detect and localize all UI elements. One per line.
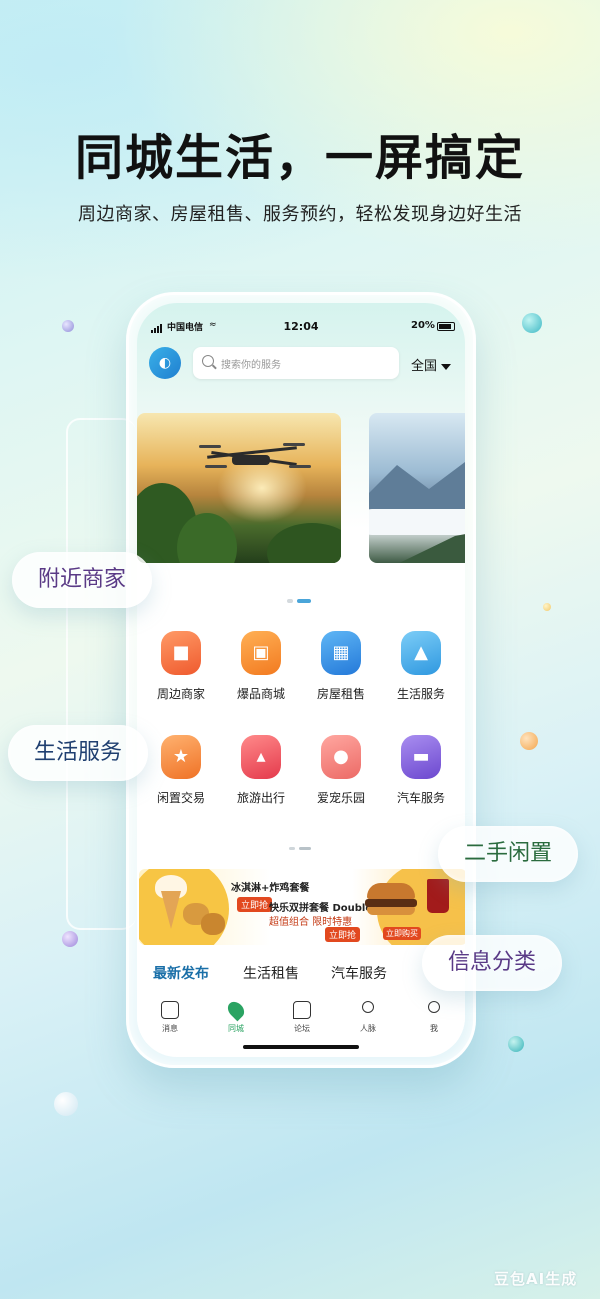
category-label: 闲置交易 — [156, 791, 205, 805]
city-selector[interactable]: 全国 — [411, 355, 452, 374]
watermark: 豆包AI生成 — [494, 1270, 578, 1288]
decor-dot — [522, 313, 542, 333]
home-indicator — [243, 1045, 359, 1049]
tab-rent-sale[interactable]: 生活租售 — [243, 963, 299, 983]
feed-tabs: 最新发布 生活租售 汽车服务 — [137, 963, 465, 987]
burger-patty — [365, 899, 417, 907]
shopping-bag-icon: ▣ — [241, 631, 281, 675]
building-icon: ▦ — [321, 631, 361, 675]
category-travel[interactable]: ▴ 旅游出行 — [221, 735, 301, 806]
ad-line-1: 冰淇淋+炸鸡套餐 — [231, 883, 310, 894]
burger-icon — [367, 883, 415, 899]
category-life-service[interactable]: ▲ 生活服务 — [381, 631, 461, 702]
banner-tree — [267, 523, 341, 563]
pager-dot-active — [299, 847, 311, 850]
category-label: 旅游出行 — [236, 791, 285, 805]
nav-label: 我 — [430, 1024, 438, 1033]
burger-bun — [367, 907, 415, 915]
banner-pager — [287, 599, 311, 603]
tab-latest[interactable]: 最新发布 — [153, 963, 209, 983]
nav-label: 同城 — [228, 1024, 244, 1033]
nav-messages[interactable]: 消息 — [145, 1001, 195, 1034]
drone-icon — [232, 455, 270, 465]
category-label: 生活服务 — [396, 687, 445, 701]
banner-cloud — [369, 509, 465, 535]
profile-icon — [428, 1001, 440, 1013]
category-label: 汽车服务 — [396, 791, 445, 805]
battery-icon — [437, 322, 455, 331]
category-housing[interactable]: ▦ 房屋租售 — [301, 631, 381, 702]
location-pin-icon — [224, 998, 248, 1022]
nav-forum[interactable]: 论坛 — [277, 1001, 327, 1034]
chip-life-service: 生活服务 — [8, 725, 149, 781]
category-label: 房屋租售 — [316, 687, 365, 701]
nav-city[interactable]: 同城 — [211, 998, 261, 1034]
food-promo-banner[interactable]: 冰淇淋+炸鸡套餐 立即抢 快乐双拼套餐 Double 超值组合 限时特惠 立即抢… — [139, 869, 465, 945]
category-pets[interactable]: ● 爱宠乐园 — [301, 735, 381, 806]
search-icon — [202, 355, 214, 367]
pager-dot-active — [297, 599, 311, 603]
decor-dot — [62, 931, 78, 947]
drone-prop — [289, 465, 311, 468]
banner-mountain[interactable] — [369, 413, 465, 563]
city-label: 全国 — [411, 359, 438, 374]
contacts-icon — [362, 1001, 374, 1013]
nav-contacts[interactable]: 人脉 — [343, 1001, 393, 1034]
decor-dot — [508, 1036, 524, 1052]
drone-prop — [205, 465, 227, 468]
ad-line-3: 超值组合 限时特惠 — [269, 917, 353, 928]
search-placeholder: 搜索你的服务 — [221, 360, 281, 371]
chip-info-category: 信息分类 — [422, 935, 563, 991]
nav-label: 人脉 — [360, 1024, 376, 1033]
banner-mountain-ridge — [369, 459, 465, 513]
bottom-nav: 消息 同城 论坛 人脉 我 — [137, 997, 465, 1043]
pager-dot — [289, 847, 295, 850]
message-icon — [161, 1001, 179, 1019]
lamp-icon: ▲ — [401, 631, 441, 675]
drone-prop — [283, 443, 305, 446]
promo-headline: 同城生活，一屏搞定 — [74, 130, 525, 186]
chip-nearby-merchants: 附近商家 — [12, 552, 153, 608]
ad-badge-bottom: 立即抢 — [325, 927, 361, 942]
category-label: 爆品商城 — [236, 687, 285, 701]
pager-dot — [287, 599, 293, 603]
nav-label: 消息 — [162, 1024, 178, 1033]
category-hot-mall[interactable]: ▣ 爆品商城 — [221, 631, 301, 702]
ad-badge-left: 立即抢 — [237, 897, 273, 912]
category-label: 爱宠乐园 — [316, 791, 365, 805]
grid-pager — [289, 847, 311, 850]
ad-badge-right: 立即购买 — [383, 927, 421, 940]
chip-second-hand: 二手闲置 — [438, 826, 579, 882]
cone-icon — [161, 891, 181, 929]
decor-dot — [62, 320, 74, 332]
category-label: 周边商家 — [156, 687, 205, 701]
status-bar: 中国电信 ≈ 12:04 20% — [137, 319, 465, 339]
drone-prop — [199, 445, 221, 448]
promo-subline: 周边商家、房屋租售、服务预约，轻松发现身边好生活 — [78, 204, 522, 225]
search-input[interactable]: 搜索你的服务 — [193, 347, 399, 379]
category-car-service[interactable]: ▬ 汽车服务 — [381, 735, 461, 806]
caret-down-icon — [441, 363, 452, 370]
nav-me[interactable]: 我 — [409, 1001, 459, 1034]
tab-car-service[interactable]: 汽车服务 — [331, 963, 387, 983]
ad-line-2: 快乐双拼套餐 Double — [269, 903, 373, 914]
app-logo-icon[interactable]: ◐ — [149, 347, 181, 379]
nugget-icon — [201, 913, 225, 935]
banner-drone[interactable] — [137, 413, 341, 563]
drink-cup-icon — [427, 879, 449, 913]
box-icon: ★ — [161, 735, 201, 779]
battery-percent: 20% — [411, 320, 435, 331]
chat-icon — [293, 1001, 311, 1019]
dog-icon: ● — [321, 735, 361, 779]
decor-dot — [543, 603, 551, 611]
tent-icon: ▴ — [241, 735, 281, 779]
decor-dot — [520, 732, 538, 750]
phone-screen: 中国电信 ≈ 12:04 20% ◐ 搜索你的服务 全国 ■ 周边商家 ▣ 爆品… — [137, 303, 465, 1057]
car-icon: ▬ — [401, 735, 441, 779]
category-second-hand[interactable]: ★ 闲置交易 — [141, 735, 221, 806]
decor-dot — [54, 1092, 78, 1116]
category-nearby-merchants[interactable]: ■ 周边商家 — [141, 631, 221, 702]
nav-label: 论坛 — [294, 1024, 310, 1033]
storefront-icon: ■ — [161, 631, 201, 675]
